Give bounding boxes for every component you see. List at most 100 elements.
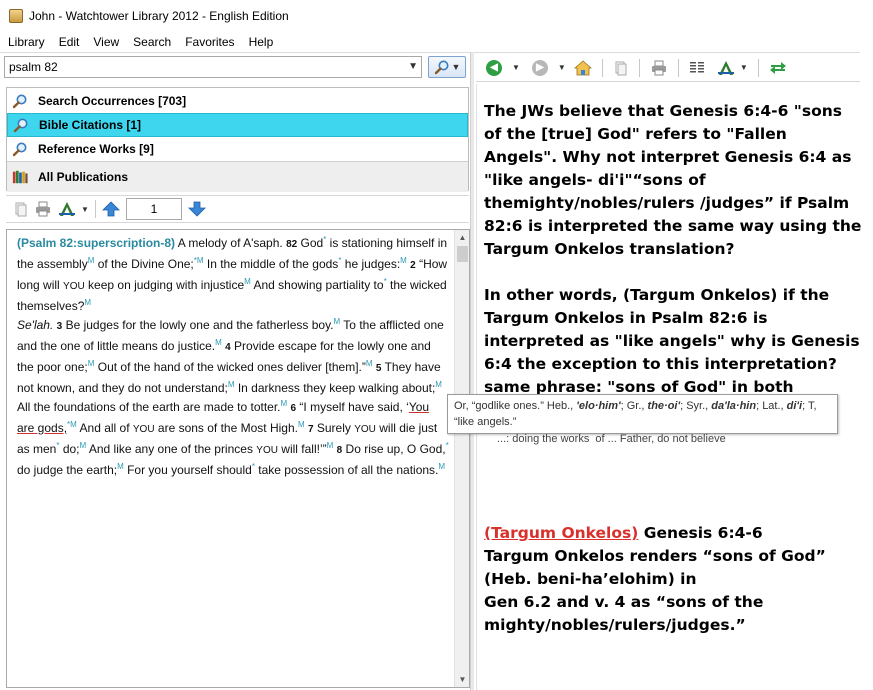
tooltip-text: ; Gr., bbox=[620, 400, 648, 412]
toolbar-separator bbox=[638, 58, 640, 77]
search-input[interactable]: psalm 82 ▼ bbox=[4, 56, 422, 78]
back-history-dropdown-icon[interactable]: ▼ bbox=[512, 63, 520, 72]
document-pane[interactable]: The JWs believe that Genesis 6:4-6 "sons… bbox=[476, 84, 861, 690]
pane-splitter[interactable] bbox=[470, 52, 474, 690]
targum-heading: (Targum Onkelos) Genesis 6:4-6 bbox=[484, 522, 854, 545]
vertical-scrollbar[interactable]: ▲ ▼ bbox=[454, 230, 469, 687]
menu-search[interactable]: Search bbox=[126, 35, 178, 49]
verse-text: For you yourself should bbox=[123, 463, 252, 477]
menu-library[interactable]: Library bbox=[0, 35, 52, 49]
sync-icon[interactable] bbox=[769, 58, 787, 78]
scroll-thumb[interactable] bbox=[457, 246, 468, 262]
citation-ref[interactable]: (Psalm 82:superscription-8) bbox=[17, 236, 175, 250]
print-icon[interactable] bbox=[34, 199, 52, 219]
copy-icon[interactable] bbox=[613, 58, 629, 78]
columns-icon[interactable] bbox=[689, 58, 705, 78]
toolbar-separator bbox=[601, 58, 603, 77]
targum-link[interactable]: (Targum Onkelos) bbox=[484, 524, 638, 542]
marginal-ref-marker[interactable]: M bbox=[215, 338, 222, 347]
tooltip-term: da'la·hin bbox=[711, 400, 757, 412]
verse-text: And showing partiality to bbox=[250, 278, 384, 292]
result-label: All Publications bbox=[38, 170, 129, 184]
verse-text: And like any one of the princes bbox=[86, 442, 257, 456]
page-number-input[interactable]: 1 bbox=[125, 198, 182, 220]
scroll-up-icon[interactable]: ▲ bbox=[455, 230, 470, 245]
font-size-icon[interactable] bbox=[58, 199, 76, 219]
result-reference-works[interactable]: Reference Works [9] bbox=[7, 137, 468, 161]
marginal-ref-marker[interactable]: M bbox=[298, 420, 305, 429]
verse-text: are sons of the Most High. bbox=[154, 421, 298, 435]
targum-line: Gen 6.2 and v. 4 as “sons of the bbox=[484, 593, 764, 611]
magnifier-icon bbox=[13, 117, 29, 133]
menu-edit[interactable]: Edit bbox=[52, 35, 87, 49]
footnote-marker[interactable]: * bbox=[446, 441, 449, 450]
verse-text: he judges: bbox=[341, 257, 401, 271]
result-label: Reference Works [9] bbox=[38, 142, 154, 156]
tooltip-term: di'i bbox=[786, 400, 803, 412]
tooltip-text: ; Lat., bbox=[756, 400, 787, 412]
back-icon[interactable]: ◀ bbox=[486, 58, 502, 78]
font-size-dropdown-icon[interactable]: ▼ bbox=[740, 63, 748, 72]
font-size-dropdown-icon[interactable]: ▼ bbox=[81, 205, 89, 214]
next-arrow-icon[interactable] bbox=[187, 199, 206, 219]
marginal-ref-marker[interactable]: M bbox=[117, 462, 124, 471]
app-icon bbox=[9, 9, 23, 23]
targum-line: Targum Onkelos renders “sons of God” bbox=[484, 547, 826, 565]
menu-favorites[interactable]: Favorites bbox=[178, 35, 241, 49]
scroll-down-icon[interactable]: ▼ bbox=[455, 672, 470, 687]
result-bible-citations[interactable]: Bible Citations [1] bbox=[7, 113, 468, 137]
verse-text: YOU bbox=[354, 424, 376, 435]
toolbar-separator bbox=[757, 58, 759, 77]
selah-text: Se'lah. bbox=[17, 318, 54, 332]
marginal-ref-marker[interactable]: M bbox=[228, 380, 235, 389]
copy-icon[interactable] bbox=[12, 199, 28, 219]
home-icon[interactable] bbox=[573, 58, 592, 78]
search-history-dropdown-icon[interactable]: ▼ bbox=[408, 61, 418, 72]
bible-passage: (Psalm 82:superscription-8) A melody of … bbox=[17, 232, 449, 478]
result-label: Bible Citations [1] bbox=[39, 118, 142, 132]
search-row: psalm 82 ▼ ▼ bbox=[4, 56, 468, 78]
verse-text: Out of the hand of the wicked ones deliv… bbox=[94, 360, 366, 374]
targum-line: (Heb. beni-ha’elohim) in bbox=[484, 570, 697, 588]
verse-text: All the foundations of the earth are mad… bbox=[17, 400, 281, 414]
marginal-ref-marker[interactable]: M bbox=[281, 399, 288, 408]
result-all-publications[interactable]: All Publications bbox=[7, 161, 468, 192]
verse-text: Surely bbox=[313, 421, 355, 435]
verse-text: do; bbox=[59, 442, 80, 456]
targum-note: (Targum Onkelos) Genesis 6:4-6 Targum On… bbox=[484, 522, 854, 637]
marginal-ref-marker[interactable]: M bbox=[70, 420, 77, 429]
marginal-ref-marker[interactable]: M bbox=[244, 277, 251, 286]
window-title: John - Watchtower Library 2012 - English… bbox=[29, 9, 289, 23]
marginal-ref-marker[interactable]: M bbox=[366, 359, 373, 368]
marginal-ref-marker[interactable]: M bbox=[327, 441, 334, 450]
verse-text: YOU bbox=[63, 281, 85, 292]
magnifier-icon bbox=[12, 141, 28, 157]
search-options-dropdown-icon[interactable]: ▼ bbox=[452, 62, 461, 72]
verse-text: God bbox=[297, 236, 324, 250]
footnote-marker[interactable]: *M bbox=[194, 256, 204, 265]
forward-icon[interactable]: ▶ bbox=[531, 58, 548, 78]
bible-text-pane[interactable]: (Psalm 82:superscription-8) A melody of … bbox=[6, 229, 470, 688]
targum-line: mighty/nobles/rulers/judges.” bbox=[484, 616, 746, 634]
tooltip-term: the·oi' bbox=[647, 400, 681, 412]
marginal-ref-marker[interactable]: M bbox=[400, 256, 407, 265]
result-search-occurrences[interactable]: Search Occurrences [703] bbox=[7, 89, 468, 113]
previous-arrow-icon[interactable] bbox=[101, 199, 120, 219]
marginal-ref-marker[interactable]: M bbox=[438, 462, 445, 471]
print-icon[interactable] bbox=[650, 58, 668, 78]
forward-history-dropdown-icon[interactable]: ▼ bbox=[558, 63, 566, 72]
search-button[interactable]: ▼ bbox=[428, 56, 466, 78]
menu-view[interactable]: View bbox=[86, 35, 126, 49]
verse-text: And all of bbox=[76, 421, 133, 435]
obscured-text-line: ...: doing the works of ... Father, do n… bbox=[497, 433, 726, 445]
magnifier-icon bbox=[12, 93, 28, 109]
verse-text: do judge the earth; bbox=[17, 463, 118, 477]
result-label: Search Occurrences [703] bbox=[38, 94, 187, 108]
verse-text: keep on judging with injustice bbox=[84, 278, 245, 292]
font-size-icon[interactable] bbox=[717, 58, 735, 78]
menu-help[interactable]: Help bbox=[242, 35, 281, 49]
marginal-ref-marker[interactable]: M bbox=[84, 298, 91, 307]
verse-text: YOU bbox=[256, 445, 278, 456]
tooltip-text: ; Syr., bbox=[680, 400, 712, 412]
marginal-ref-marker[interactable]: M bbox=[435, 380, 442, 389]
